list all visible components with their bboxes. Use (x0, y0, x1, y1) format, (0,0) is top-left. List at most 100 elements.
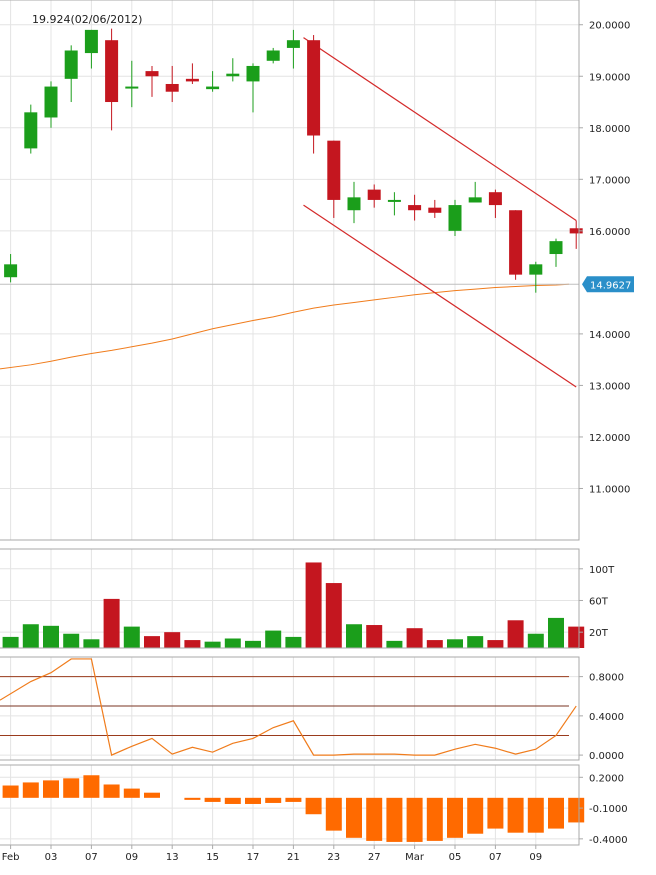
candle-body-26 (529, 264, 543, 275)
volume-bar-21 (426, 640, 443, 648)
x-axis-label-13: 09 (529, 852, 542, 863)
axis-label-hist-0: 0.2000 (589, 773, 624, 784)
axis-label-price-3: 17.0000 (589, 175, 630, 186)
histogram-bar-1 (22, 782, 39, 798)
volume-bar-23 (467, 636, 484, 648)
histogram-bar-3 (63, 778, 80, 798)
axis-label-price-0: 20.0000 (589, 21, 630, 32)
x-axis-label-8: 23 (327, 852, 340, 863)
volume-bar-17 (346, 624, 362, 648)
candle-body-8 (165, 83, 179, 92)
volume-bar-8 (164, 632, 181, 648)
axis-label-price-1: 19.0000 (589, 72, 630, 83)
volume-bar-7 (144, 636, 160, 648)
candle-body-20 (408, 205, 422, 211)
histogram-bar-13 (265, 797, 282, 803)
last-price-tag-text: 14.9627 (590, 280, 631, 291)
volume-bar-22 (447, 639, 463, 648)
volume-bar-15 (305, 562, 322, 648)
candle-body-22 (448, 205, 462, 231)
x-axis-label-11: 05 (449, 852, 462, 863)
volume-bar-27 (548, 617, 564, 648)
candle-body-5 (105, 40, 119, 103)
volume-bar-19 (386, 640, 403, 648)
candle-body-4 (84, 29, 98, 54)
axis-label-price-6: 13.0000 (589, 381, 630, 392)
histogram-bar-16 (325, 797, 342, 831)
volume-bar-2 (43, 625, 59, 648)
candle-body-12 (246, 65, 260, 82)
volume-bar-6 (123, 626, 140, 648)
axis-label-price-5: 14.0000 (589, 330, 630, 341)
volume-bar-13 (265, 630, 282, 648)
candle-body-9 (185, 78, 199, 82)
axis-label-vol-2: 20T (589, 628, 609, 639)
x-axis-label-7: 21 (287, 852, 300, 863)
x-axis-label-12: 07 (489, 852, 502, 863)
candle-body-24 (488, 192, 502, 206)
histogram-bar-14 (285, 797, 302, 802)
volume-bar-9 (184, 640, 201, 648)
axis-label-vol-0: 100T (589, 565, 615, 576)
candle-body-25 (509, 210, 523, 275)
volume-bar-0 (2, 636, 19, 648)
candle-body-13 (266, 50, 280, 61)
histogram-bar-2 (43, 780, 59, 798)
axis-label-hist-1: -0.1000 (589, 804, 628, 815)
histogram-bar-24 (487, 797, 504, 829)
candle-body-0 (4, 264, 18, 278)
volume-bar-25 (507, 620, 524, 648)
candle-body-27 (549, 241, 563, 255)
candle-body-1 (24, 112, 38, 149)
axis-label-osc-1: 0.4000 (589, 712, 624, 723)
histogram-bar-22 (447, 797, 463, 838)
volume-bar-10 (204, 641, 221, 648)
volume-bar-16 (325, 583, 342, 648)
histogram-bar-27 (548, 797, 564, 829)
histogram-bar-20 (406, 797, 423, 842)
volume-bar-14 (285, 636, 302, 648)
axis-label-hist-2: -0.4000 (589, 835, 628, 846)
histogram-bar-0 (2, 785, 19, 798)
histogram-bar-26 (527, 797, 544, 833)
candle-body-15 (307, 40, 321, 136)
x-axis-label-3: 09 (125, 852, 138, 863)
volume-bar-20 (406, 628, 423, 648)
histogram-bar-17 (346, 797, 362, 838)
volume-bar-28 (568, 626, 585, 648)
volume-bar-4 (83, 639, 100, 648)
axis-label-osc-0: 0.8000 (589, 673, 624, 684)
axis-label-price-8: 11.0000 (589, 484, 630, 495)
x-axis-label-9: 27 (368, 852, 381, 863)
axis-label-osc-2: 0.0000 (589, 751, 624, 762)
candle-body-6 (125, 86, 139, 89)
volume-bar-3 (63, 633, 80, 648)
candle-body-16 (327, 140, 341, 200)
histogram-bar-28 (568, 797, 585, 823)
axis-label-price-7: 12.0000 (589, 433, 630, 444)
volume-bar-26 (527, 633, 544, 648)
histogram-bar-18 (366, 797, 383, 841)
stock-chart: 20.0000 19.0000 18.0000 17.0000 16.0000 14.00… (0, 0, 656, 871)
histogram-bar-5 (103, 784, 120, 798)
volume-bar-5 (103, 598, 120, 648)
candle-body-10 (206, 86, 220, 90)
volume-bar-24 (487, 640, 504, 648)
histogram-bar-19 (386, 797, 403, 842)
x-axis-label-10: Mar (405, 852, 425, 863)
last-price-tag: 14.9627 (582, 276, 634, 293)
axis-label-price-4: 16.0000 (589, 227, 630, 238)
candle-body-7 (145, 71, 159, 77)
volume-bar-1 (22, 624, 39, 648)
histogram-bar-21 (426, 797, 443, 841)
histogram-bar-9 (184, 797, 201, 800)
x-axis-label-4: 13 (166, 852, 179, 863)
candle-body-14 (286, 40, 300, 48)
volume-bar-18 (366, 625, 383, 648)
candle-body-17 (347, 197, 361, 211)
histogram-bar-10 (204, 797, 221, 802)
chart-canvas[interactable]: 20.0000 19.0000 18.0000 17.0000 16.0000 14.00… (0, 0, 656, 871)
candle-body-23 (468, 197, 482, 203)
histogram-bar-23 (467, 797, 484, 834)
histogram-bar-12 (245, 797, 261, 804)
